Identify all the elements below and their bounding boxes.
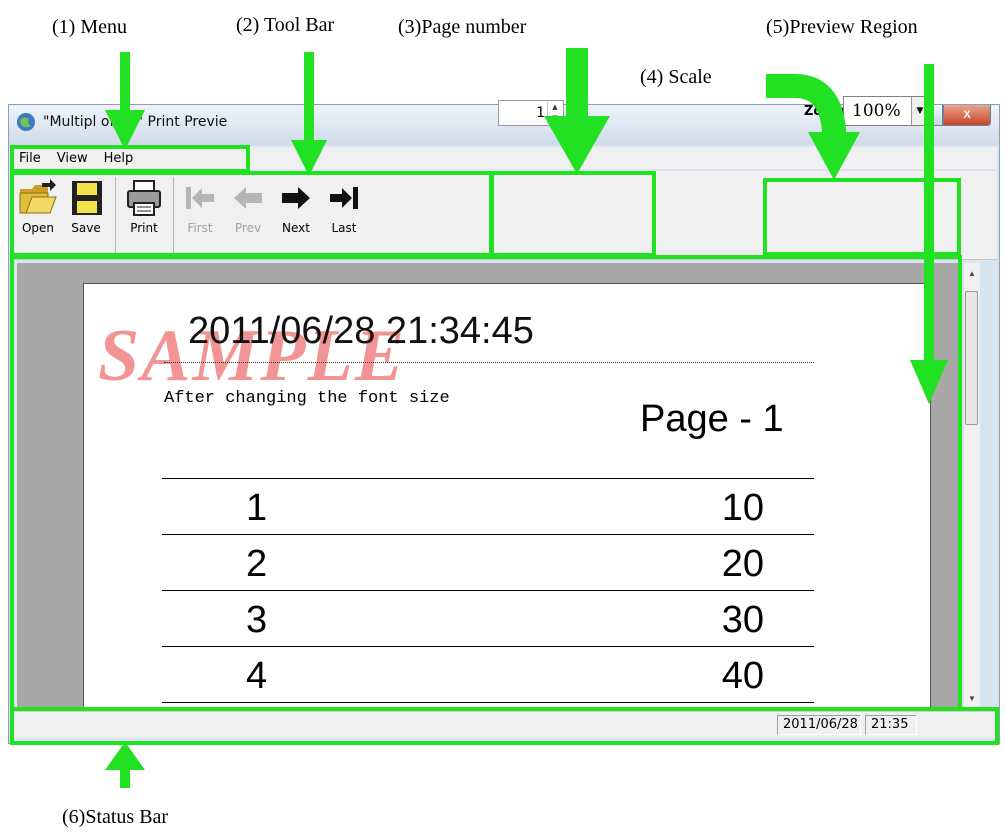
annotation-menu: (1) Menu	[52, 16, 127, 38]
page-number-highlight-box	[490, 171, 656, 257]
scroll-down-icon[interactable]: ▼	[964, 694, 980, 703]
page-total: / 4	[566, 104, 585, 120]
scale-highlight-box	[763, 178, 961, 256]
vertical-scrollbar[interactable]: ▲ ▼	[963, 263, 980, 709]
annotation-scale: (4) Scale	[640, 66, 712, 88]
zoom-label: Zoom	[804, 104, 845, 119]
page-number-input[interactable]: 1 ▲ ▼	[498, 100, 564, 126]
window-title: "Multipl of 10" Print Previe	[43, 114, 228, 130]
annotation-toolbar: (2) Tool Bar	[236, 14, 335, 36]
statusbar-highlight-box	[10, 707, 999, 745]
zoom-select[interactable]: 100% ▼	[843, 96, 929, 126]
annotation-page-number: (3)Page number	[398, 16, 527, 38]
app-icon	[17, 113, 35, 131]
toolbar-highlight-box	[10, 171, 493, 257]
page-number-value: 1	[536, 105, 545, 121]
close-button[interactable]: X	[943, 105, 991, 126]
menu-highlight-box	[10, 145, 250, 173]
preview-highlight-box	[10, 255, 962, 711]
page-spinner-icon[interactable]: ▲ ▼	[547, 102, 562, 124]
chevron-down-icon[interactable]: ▼	[911, 97, 928, 125]
annotation-status-bar: (6)Status Bar	[62, 806, 169, 828]
zoom-value: 100%	[852, 101, 901, 121]
annotation-preview-region: (5)Preview Region	[766, 16, 918, 38]
scroll-up-icon[interactable]: ▲	[964, 269, 980, 278]
scrollbar-thumb[interactable]	[965, 291, 978, 425]
